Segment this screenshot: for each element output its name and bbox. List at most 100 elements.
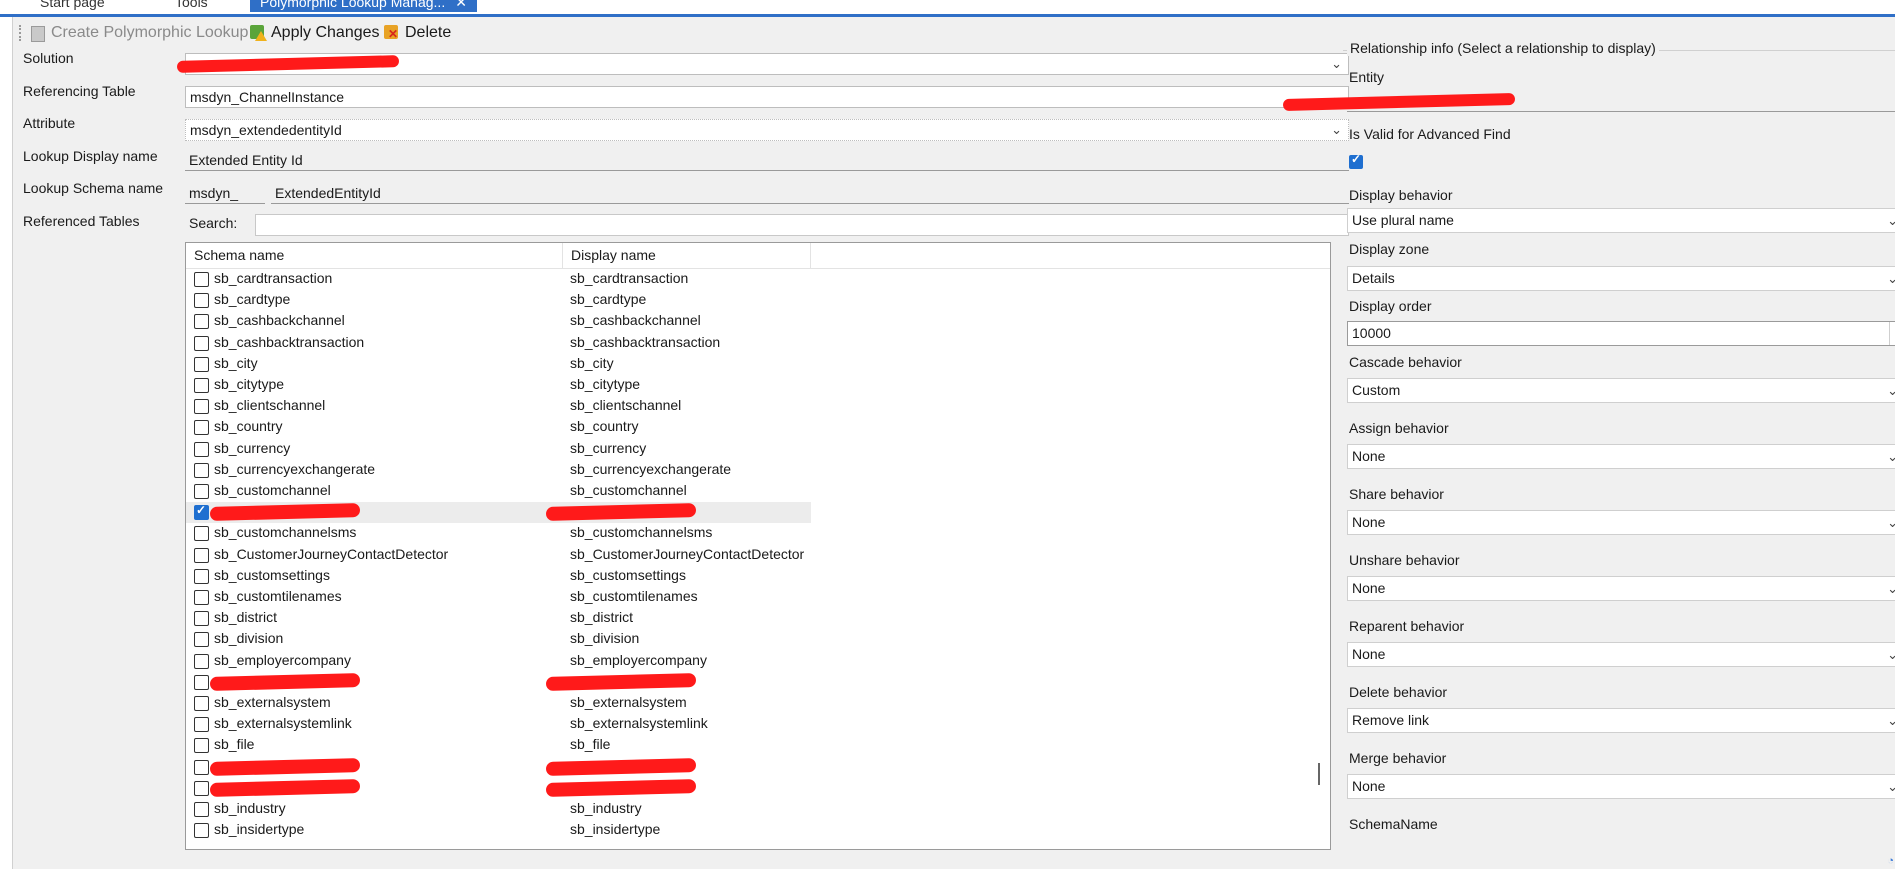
row-checkbox[interactable] (194, 399, 209, 415)
row-checkbox[interactable] (194, 526, 209, 542)
schema-name-cell: sb_city (214, 354, 258, 371)
tab-tools[interactable]: Tools (175, 0, 208, 12)
row-checkbox[interactable] (194, 293, 209, 309)
vertical-scrollbar[interactable] (1318, 763, 1320, 785)
table-row[interactable]: sb_customchannel sb_customchannel (186, 481, 811, 502)
row-checkbox[interactable] (194, 272, 209, 287)
select-value: None (1352, 514, 1386, 530)
row-checkbox[interactable] (194, 717, 209, 733)
table-row[interactable]: sb_customsettings sb_customsettings (186, 566, 811, 587)
table-row[interactable] (186, 778, 811, 799)
delete-behavior-label: Delete behavior (1349, 684, 1448, 700)
table-row[interactable]: sb_externalsystem sb_externalsystem (186, 693, 811, 714)
delete-behavior-select[interactable]: Remove link ⌄ (1347, 708, 1895, 733)
table-row[interactable] (186, 502, 811, 524)
assign-behavior-select[interactable]: None ⌄ (1347, 444, 1895, 469)
apply-changes-button[interactable]: Apply Changes (249, 22, 380, 44)
table-row[interactable]: sb_currency sb_currency (186, 439, 811, 460)
row-checkbox[interactable] (194, 335, 209, 351)
row-checkbox[interactable] (194, 674, 209, 690)
toolbar-grip-icon[interactable] (19, 25, 24, 41)
display-name-cell: sb_file (570, 736, 611, 753)
apply-icon (249, 24, 267, 42)
valid-advanced-find-checkbox[interactable] (1349, 152, 1363, 169)
lookup-schema-name-field[interactable]: ExtendedEntityId (271, 182, 1349, 204)
table-row[interactable]: sb_cashbackchannel sb_cashbackchannel (186, 311, 811, 332)
display-order-stepper[interactable]: 10000 ▲▼ (1347, 321, 1895, 346)
row-checkbox[interactable] (194, 802, 209, 817)
referenced-tables-label: Referenced Tables (23, 213, 140, 229)
row-checkbox[interactable] (194, 568, 209, 584)
unshare-behavior-select[interactable]: None ⌄ (1347, 576, 1895, 601)
table-row[interactable]: sb_industry sb_industry (186, 799, 811, 820)
row-checkbox[interactable] (194, 653, 209, 669)
table-row[interactable]: sb_cardtransaction sb_cardtransaction (186, 269, 811, 290)
table-row[interactable]: sb_division sb_division (186, 629, 811, 650)
display-zone-select[interactable]: Details ⌄ (1347, 266, 1895, 291)
table-row[interactable] (186, 757, 811, 778)
table-row[interactable]: sb_insidertype sb_insidertype (186, 820, 811, 841)
row-checkbox[interactable] (194, 356, 209, 372)
table-row[interactable]: sb_CustomerJourneyContactDetector sb_Cust… (186, 545, 811, 566)
delete-button[interactable]: Delete (383, 22, 451, 44)
table-row[interactable] (186, 672, 811, 693)
row-checkbox[interactable] (194, 314, 209, 330)
table-row[interactable]: sb_district sb_district (186, 608, 811, 629)
display-name-cell: sb_customchannelsms (570, 524, 713, 541)
display-name-cell: sb_cashbacktransaction (570, 333, 721, 350)
row-checkbox[interactable] (194, 503, 209, 521)
display-behavior-select[interactable]: Use plural name ⌄ (1347, 208, 1895, 233)
row-checkbox[interactable] (194, 780, 209, 796)
referenced-tables-list[interactable]: Schema name Display name sb_cardtransact… (185, 242, 1331, 850)
row-checkbox[interactable] (194, 738, 209, 754)
row-checkbox[interactable] (194, 441, 209, 457)
referencing-table-select[interactable]: msdyn_ChannelInstance ⌄ (185, 86, 1349, 108)
row-checkbox[interactable] (194, 484, 209, 499)
row-checkbox[interactable] (194, 759, 209, 775)
chevron-down-icon: ⌄ (1887, 647, 1895, 662)
spin-buttons-icon[interactable]: ▲▼ (1889, 322, 1895, 345)
attribute-select[interactable]: msdyn_extendedentityId ⌄ (185, 119, 1349, 141)
table-row[interactable]: sb_customtilenames sb_customtilenames (186, 587, 811, 608)
row-checkbox[interactable] (194, 590, 209, 605)
row-checkbox[interactable] (194, 823, 209, 839)
row-checkbox[interactable] (194, 420, 209, 436)
share-behavior-select[interactable]: None ⌄ (1347, 510, 1895, 535)
select-value: Use plural name (1352, 212, 1454, 228)
row-checkbox[interactable] (194, 547, 209, 563)
lookup-display-name-field[interactable]: Extended Entity Id (185, 149, 1349, 171)
table-row[interactable]: sb_cardtype sb_cardtype (186, 290, 811, 311)
table-row[interactable]: sb_employercompany sb_employercompany (186, 651, 811, 672)
display-name-cell: sb_currency (570, 439, 647, 456)
table-row[interactable]: sb_externalsystemlink sb_externalsystemli… (186, 714, 811, 735)
table-row[interactable]: sb_city sb_city (186, 354, 811, 375)
reparent-behavior-select[interactable]: None ⌄ (1347, 642, 1895, 667)
tab-start-page[interactable]: Start page (40, 0, 105, 12)
cascade-behavior-select[interactable]: Custom ⌄ (1347, 378, 1895, 403)
search-input[interactable] (255, 214, 1349, 236)
chevron-down-icon: ⌄ (1887, 779, 1895, 794)
table-row[interactable]: sb_file sb_file (186, 735, 811, 756)
schema-name-cell: sb_externalsystemlink (214, 715, 352, 732)
table-row[interactable]: sb_clientschannel sb_clientschannel (186, 396, 811, 417)
row-checkbox[interactable] (194, 696, 209, 711)
column-header-display-name[interactable]: Display name (563, 243, 811, 268)
row-checkbox[interactable] (194, 378, 209, 393)
column-header-schema-name[interactable]: Schema name (186, 243, 563, 268)
merge-behavior-select[interactable]: None ⌄ (1347, 774, 1895, 799)
chevron-down-icon: ⌄ (1887, 449, 1895, 464)
close-icon[interactable]: ✕ (455, 0, 467, 10)
schema-name-cell: sb_clientschannel (214, 397, 326, 414)
table-row[interactable]: sb_currencyexchangerate sb_currencyexchan… (186, 460, 811, 481)
table-row[interactable]: sb_cashbacktransaction sb_cashbacktransac… (186, 333, 811, 354)
select-value: Details (1352, 270, 1395, 286)
table-row[interactable]: sb_country sb_country (186, 417, 811, 438)
table-row[interactable]: sb_citytype sb_citytype (186, 375, 811, 396)
row-checkbox[interactable] (194, 611, 209, 627)
redaction-mark (209, 778, 361, 797)
tab-polymorphic-lookup-manager[interactable]: Polymorphic Lookup Manag... ✕ (250, 0, 477, 12)
table-row[interactable]: sb_customchannelsms sb_customchannelsms (186, 523, 811, 544)
create-polymorphic-lookup-button[interactable]: Create Polymorphic Lookup (29, 22, 248, 44)
row-checkbox[interactable] (194, 462, 209, 478)
row-checkbox[interactable] (194, 632, 209, 648)
